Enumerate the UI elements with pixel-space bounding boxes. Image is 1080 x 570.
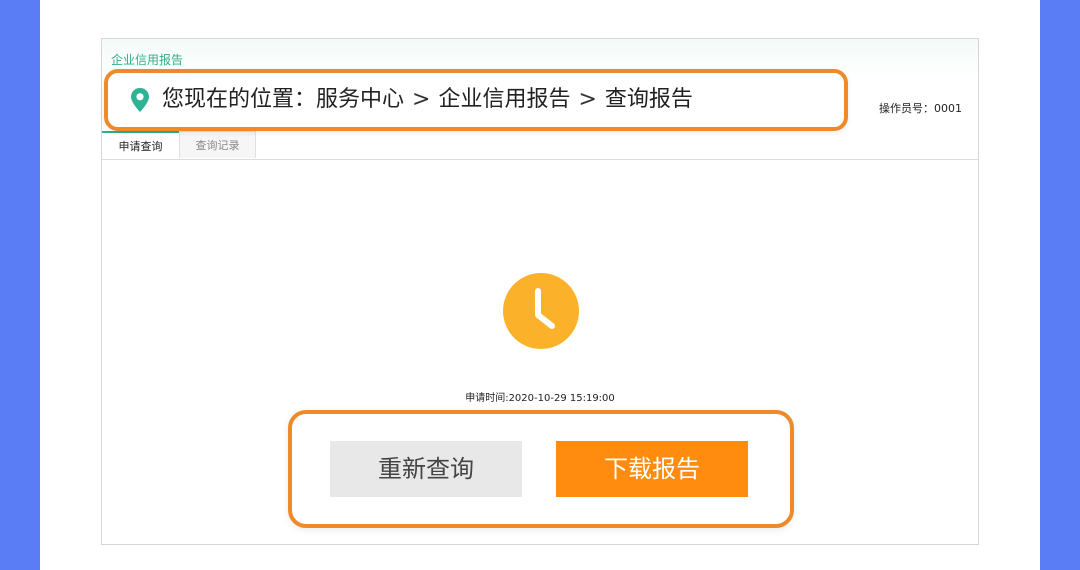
breadcrumb-prefix: 您现在的位置： [162,87,317,112]
breadcrumb-separator: > [412,87,431,112]
tab-apply-query[interactable]: 申请查询 [102,131,179,158]
operator-value: 0001 [934,102,962,115]
operator-info: 操作员号0001 [879,100,962,116]
breadcrumb-separator: > [578,87,597,112]
right-blue-bar [1040,0,1080,570]
requery-button[interactable]: 重新查询 [330,441,522,497]
breadcrumb-item-service-center[interactable]: 服务中心 [316,87,404,112]
tab-bar: 申请查询 查询记录 [102,131,978,160]
operator-label: 操作员号 [879,102,934,115]
breadcrumb: 您现在的位置：服务中心 > 企业信用报告 > 查询报告 [104,69,848,131]
clock-icon [503,273,579,349]
left-blue-bar [0,0,40,570]
tab-query-records[interactable]: 查询记录 [179,131,256,158]
breadcrumb-item-query-report: 查询报告 [604,87,693,112]
download-report-button[interactable]: 下载报告 [556,441,748,497]
breadcrumb-trail: 您现在的位置：服务中心 > 企业信用报告 > 查询报告 [162,73,693,127]
apply-time-text: 申请时间:2020-10-29 15:19:00 [465,393,615,404]
action-button-group: 重新查询 下载报告 [288,410,794,528]
panel-title: 企业信用报告 [111,53,184,67]
breadcrumb-item-credit-report[interactable]: 企业信用报告 [438,87,570,112]
location-pin-icon [131,88,149,112]
